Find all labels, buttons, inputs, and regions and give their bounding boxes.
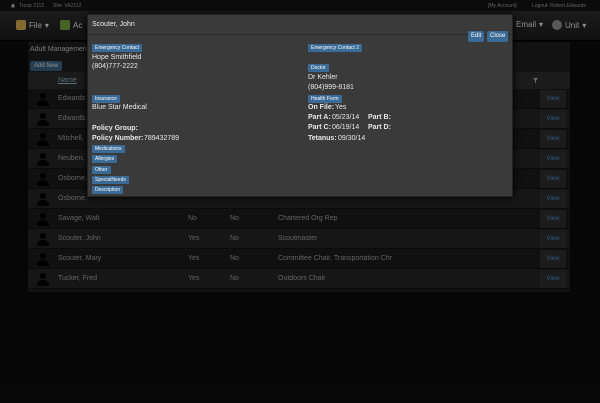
modal-header: Scouter, John bbox=[88, 15, 512, 35]
part-c-value: 06/19/14 bbox=[332, 124, 360, 131]
part-d-label: Part D: bbox=[368, 124, 391, 131]
description-label: Description bbox=[92, 186, 124, 194]
tetanus-value: 09/30/14 bbox=[338, 135, 366, 142]
part-b-label: Part B: bbox=[368, 114, 391, 121]
medications-label: Medications bbox=[92, 145, 125, 153]
policy-group-label: Policy Group: bbox=[92, 125, 138, 132]
close-button[interactable]: Close bbox=[487, 31, 509, 42]
emergency-contact-2-label: Emergency Contact 2 bbox=[308, 44, 363, 52]
part-c-label: Part C: bbox=[308, 124, 331, 131]
insurance-name: Blue Star Medical bbox=[92, 104, 147, 111]
health-form-label: Health Form bbox=[308, 95, 342, 103]
part-a-label: Part A: bbox=[308, 114, 331, 121]
special-needs-label: SpecialNeeds bbox=[92, 176, 129, 184]
other-label: Other bbox=[92, 166, 111, 174]
insurance-label: Insurance bbox=[92, 95, 120, 103]
doctor-label: Doctor bbox=[308, 64, 329, 72]
emergency-contact-name: Hope Smithfield bbox=[92, 54, 142, 61]
emergency-contact-label: Emergency Contact bbox=[92, 44, 142, 52]
tetanus-label: Tetanus: bbox=[308, 135, 337, 142]
policy-number-label: Policy Number: bbox=[92, 135, 144, 142]
doctor-name: Dr Kehler bbox=[308, 74, 338, 81]
doctor-phone: (804)999-8181 bbox=[308, 84, 354, 91]
edit-button[interactable]: Edit bbox=[468, 31, 485, 42]
allergies-label: Allergies bbox=[92, 155, 118, 163]
on-file-label: On File: bbox=[308, 104, 335, 111]
policy-number-value: 789432789 bbox=[144, 135, 180, 142]
person-detail-modal: Scouter, John Edit Close Emergency Conta… bbox=[87, 14, 513, 197]
part-a-value: 05/23/14 bbox=[332, 114, 360, 121]
emergency-contact-phone: (804)777-2222 bbox=[92, 63, 138, 70]
modal-title: Scouter, John bbox=[92, 21, 135, 28]
on-file-value: Yes bbox=[335, 104, 347, 111]
